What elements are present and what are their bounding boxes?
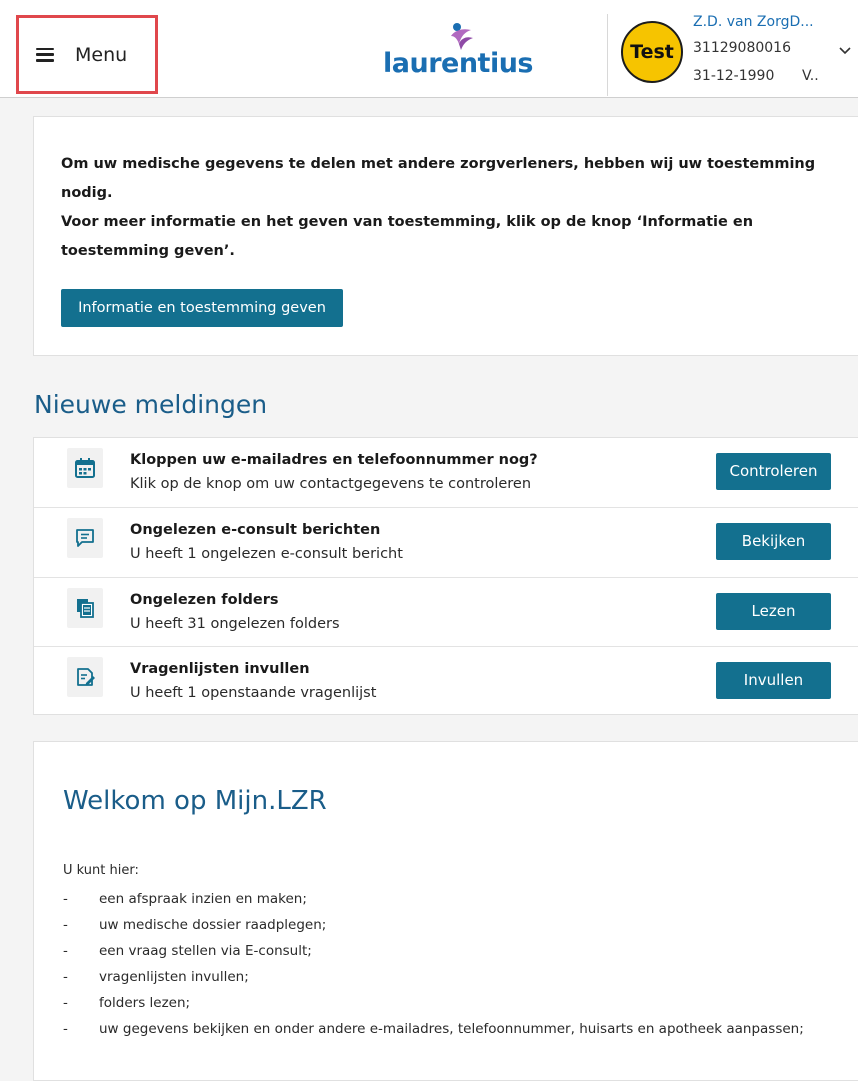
notification-subtitle: Klik op de knop om uw contactgegevens te…	[130, 476, 532, 492]
list-dash: -	[63, 891, 68, 907]
logo-text: laurentius	[383, 48, 534, 79]
notification-item: Vragenlijsten invullen U heeft 1 opensta…	[34, 646, 858, 716]
welcome-title: Welkom op Mijn.LZR	[63, 786, 327, 816]
consent-text-2: Voor meer informatie en het geven van to…	[61, 214, 754, 259]
list-dash: -	[63, 969, 68, 985]
notification-title: Ongelezen e-consult berichten	[130, 522, 381, 538]
welcome-intro: U kunt hier:	[63, 863, 139, 878]
list-item-text: een vraag stellen via E-consult;	[99, 943, 312, 959]
notification-subtitle: U heeft 1 openstaande vragenlijst	[130, 685, 377, 701]
user-name: Z.D. van ZorgD...	[693, 14, 814, 30]
header-divider	[607, 14, 608, 96]
documents-icon	[67, 588, 103, 628]
hamburger-icon	[36, 47, 54, 62]
view-messages-button[interactable]: Bekijken	[716, 523, 831, 560]
notification-subtitle: U heeft 1 ongelezen e-consult bericht	[130, 546, 403, 562]
edit-document-icon	[67, 657, 103, 697]
consent-button[interactable]: Informatie en toestemming geven	[61, 289, 343, 327]
list-item-text: uw gegevens bekijken en onder andere e-m…	[99, 1021, 804, 1037]
notification-subtitle: U heeft 31 ongelezen folders	[130, 616, 340, 632]
fill-questionnaire-button[interactable]: Invullen	[716, 662, 831, 699]
avatar: Test	[621, 21, 683, 83]
list-dash: -	[63, 1021, 68, 1037]
read-folders-button[interactable]: Lezen	[716, 593, 831, 630]
notification-title: Vragenlijsten invullen	[130, 661, 310, 677]
list-item-text: vragenlijsten invullen;	[99, 969, 249, 985]
notification-item: Kloppen uw e-mailadres en telefoonnummer…	[34, 438, 858, 508]
list-item: - vragenlijsten invullen;	[63, 964, 843, 990]
list-item-text: uw medische dossier raadplegen;	[99, 917, 327, 933]
list-dash: -	[63, 943, 68, 959]
birth-date: 31-12-1990	[693, 68, 775, 84]
notifications-title: Nieuwe meldingen	[34, 390, 268, 419]
notification-item: Ongelezen folders U heeft 31 ongelezen f…	[34, 577, 858, 647]
notification-title: Ongelezen folders	[130, 592, 279, 608]
list-item: - uw medische dossier raadplegen;	[63, 912, 843, 938]
list-item-text: folders lezen;	[99, 995, 191, 1011]
list-item: - een afspraak inzien en maken;	[63, 886, 843, 912]
menu-button[interactable]: Menu	[16, 15, 158, 94]
calendar-icon	[67, 448, 103, 488]
notification-title: Kloppen uw e-mailadres en telefoonnummer…	[130, 452, 538, 468]
list-item: - uw gegevens bekijken en onder andere e-…	[63, 1016, 843, 1042]
list-item: - een vraag stellen via E-consult;	[63, 938, 843, 964]
list-dash: -	[63, 917, 68, 933]
consent-card: Om uw medische gegevens te delen met and…	[33, 116, 858, 356]
consent-text-1: Om uw medische gegevens te delen met and…	[61, 156, 816, 201]
user-profile-dropdown[interactable]: Test Z.D. van ZorgD... 31129080016 31-12…	[618, 14, 858, 96]
patient-number: 31129080016	[693, 40, 791, 56]
notifications-list: Kloppen uw e-mailadres en telefoonnummer…	[33, 437, 858, 715]
welcome-list: - een afspraak inzien en maken; - uw medis…	[63, 886, 843, 1042]
chevron-down-icon[interactable]	[838, 46, 852, 56]
notification-item: Ongelezen e-consult berichten U heeft 1 …	[34, 507, 858, 577]
top-header: Menu laurentius Test Z.D. van ZorgD... 3…	[0, 0, 858, 98]
list-dash: -	[63, 995, 68, 1011]
list-item: - folders lezen;	[63, 990, 843, 1016]
menu-label: Menu	[75, 43, 128, 66]
list-item-text: een afspraak inzien en maken;	[99, 891, 307, 907]
welcome-card: Welkom op Mijn.LZR U kunt hier: - een afs…	[33, 741, 858, 1081]
chat-icon	[67, 518, 103, 558]
laurentius-logo[interactable]: laurentius	[383, 22, 543, 84]
sex-label: V..	[802, 68, 819, 84]
check-contact-button[interactable]: Controleren	[716, 453, 831, 490]
